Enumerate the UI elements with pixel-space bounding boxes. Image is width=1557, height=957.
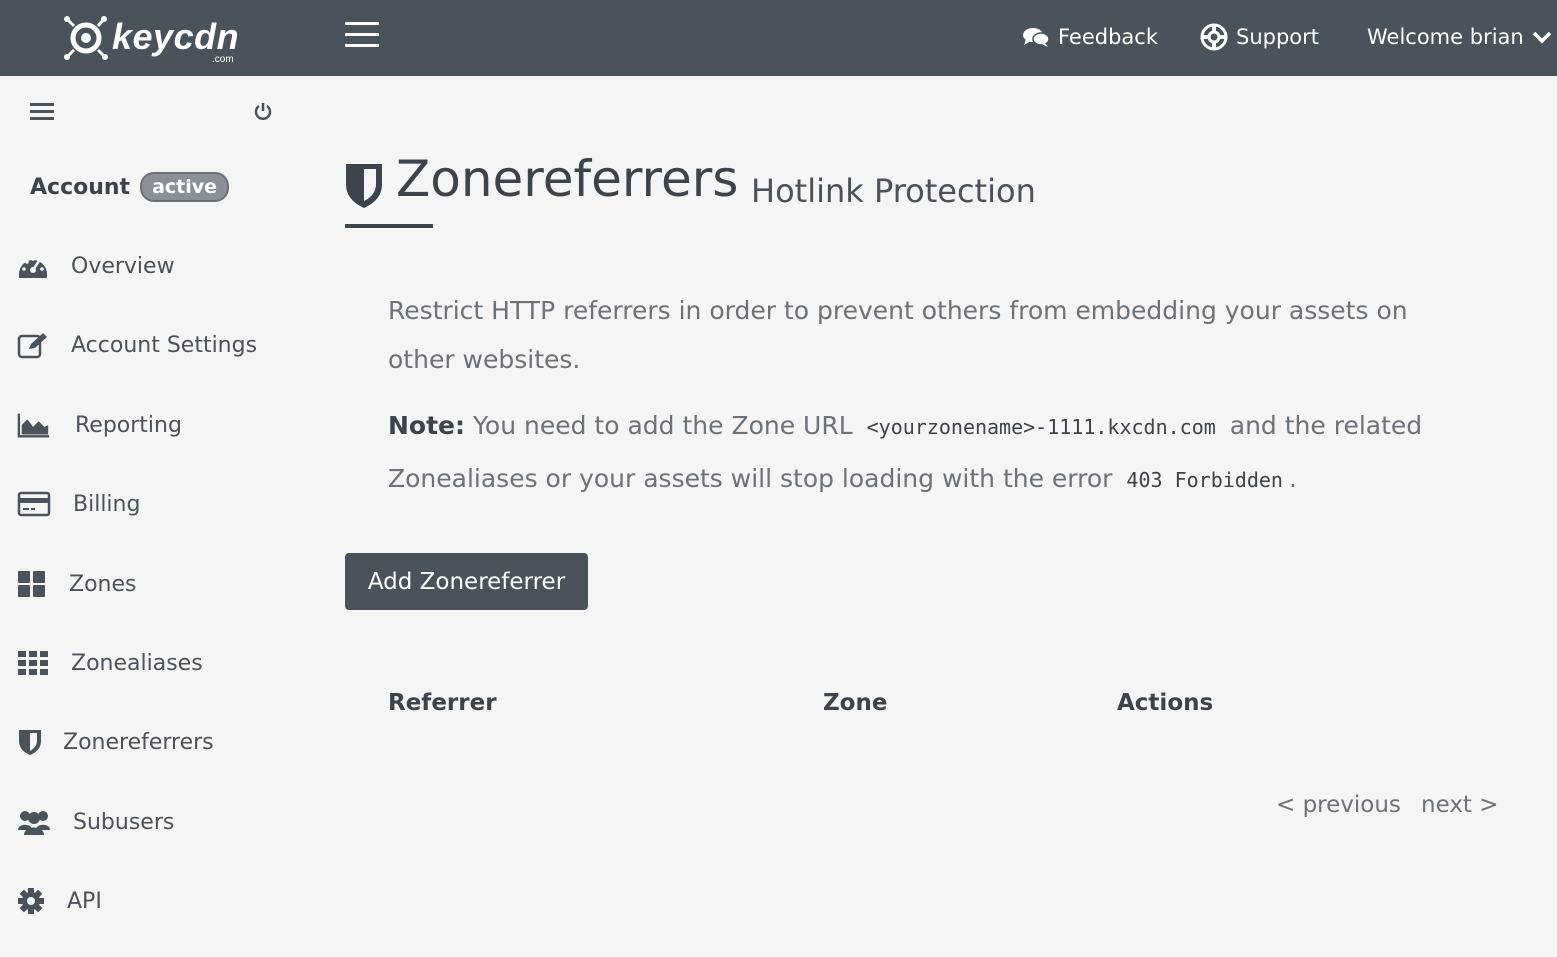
- keycdn-logo[interactable]: keycdn .com: [64, 10, 244, 66]
- hamburger-icon[interactable]: [345, 22, 379, 50]
- add-zonereferrer-button[interactable]: Add Zonereferrer: [345, 553, 588, 610]
- shield-icon: [346, 164, 382, 208]
- sidebar-item-overview[interactable]: Overview: [17, 246, 175, 286]
- note-paragraph: Note: You need to add the Zone URL <your…: [388, 400, 1468, 506]
- note-label: Note:: [388, 411, 466, 440]
- error-code: 403 Forbidden: [1126, 468, 1283, 492]
- note-text: You need to add the Zone URL: [472, 411, 853, 440]
- title-underline: [345, 224, 433, 228]
- sidebar-item-zonereferrers[interactable]: Zonereferrers: [17, 722, 214, 762]
- sidebar-item-api[interactable]: API: [17, 881, 102, 921]
- sidebar-item-zonealiases[interactable]: Zonealiases: [17, 643, 203, 683]
- column-header-referrer: Referrer: [388, 690, 497, 716]
- account-heading: Account active: [30, 172, 230, 202]
- users-icon: [18, 811, 50, 835]
- feedback-label: Feedback: [1058, 25, 1159, 49]
- sidebar-item-label: Overview: [71, 253, 175, 279]
- pager-previous-link[interactable]: < previous: [1276, 792, 1401, 818]
- sidebar-item-billing[interactable]: Billing: [17, 484, 140, 524]
- grid-icon: [18, 571, 45, 597]
- area-chart-icon: [17, 413, 50, 438]
- grid-small-icon: [18, 651, 48, 675]
- shield-icon: [19, 730, 41, 755]
- page-description: Restrict HTTP referrers in order to prev…: [388, 296, 1408, 374]
- note-text: .: [1288, 464, 1297, 493]
- account-label: Account: [30, 174, 131, 200]
- column-header-zone: Zone: [823, 690, 888, 716]
- sidebar-item-label: Billing: [73, 491, 141, 517]
- sidebar-item-label: Zonealiases: [71, 650, 203, 676]
- sidebar: Account active Overview Account Settings: [0, 76, 300, 957]
- sidebar-item-label: Subusers: [73, 809, 175, 835]
- credit-card-icon: [17, 491, 51, 517]
- sidebar-item-zones[interactable]: Zones: [17, 564, 136, 604]
- sidebar-item-label: Account Settings: [71, 332, 258, 358]
- logo-text: keycdn: [112, 16, 240, 57]
- gear-icon: [18, 888, 44, 914]
- logo-mark-icon: [64, 16, 108, 60]
- zone-url-code: <yourzonename>-1111.kxcdn.com: [866, 415, 1216, 439]
- life-ring-icon: [1200, 23, 1228, 51]
- edit-icon: [17, 333, 47, 359]
- support-label: Support: [1236, 25, 1320, 49]
- user-menu[interactable]: Welcome brian: [1367, 20, 1552, 54]
- chevron-down-icon: [1532, 31, 1551, 44]
- logo-subtext: .com: [212, 54, 234, 65]
- top-bar: keycdn .com Feedback Support Welcome bri…: [0, 0, 1557, 76]
- sidebar-item-label: Zones: [69, 571, 137, 597]
- sidebar-item-account-settings[interactable]: Account Settings: [17, 325, 257, 365]
- column-header-actions: Actions: [1117, 690, 1214, 716]
- sidebar-item-reporting[interactable]: Reporting: [17, 405, 182, 445]
- page-title: Zonereferrers: [396, 150, 739, 208]
- sidebar-item-subusers[interactable]: Subusers: [17, 802, 174, 842]
- sidebar-toggle-icon[interactable]: [30, 103, 54, 123]
- sidebar-item-label: Zonereferrers: [63, 729, 214, 755]
- welcome-label: Welcome brian: [1367, 25, 1524, 49]
- support-link[interactable]: Support: [1200, 20, 1319, 54]
- comments-icon: [1023, 28, 1050, 47]
- status-badge: active: [140, 172, 230, 202]
- power-icon[interactable]: [252, 100, 274, 122]
- pager-next-link[interactable]: next >: [1421, 792, 1499, 818]
- dashboard-icon: [19, 257, 47, 278]
- sidebar-item-label: Reporting: [75, 412, 182, 438]
- sidebar-item-label: API: [67, 888, 102, 914]
- page-subtitle: Hotlink Protection: [751, 172, 1036, 210]
- feedback-link[interactable]: Feedback: [1022, 20, 1158, 54]
